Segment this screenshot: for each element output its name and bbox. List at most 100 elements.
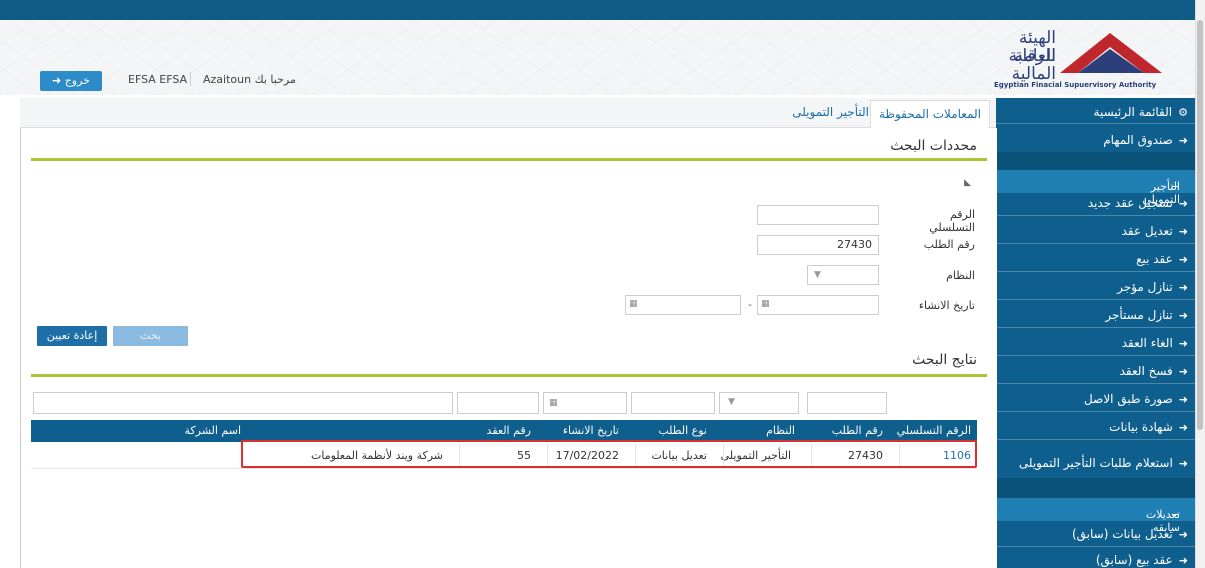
filter-request-type[interactable] <box>631 392 715 414</box>
sidebar-item-label: فسخ العقد <box>1119 364 1173 378</box>
created-date-label: تاريخ الانشاء <box>918 299 975 312</box>
column-header-contract[interactable]: رقم العقد <box>487 424 531 437</box>
tab-saved-transactions[interactable]: المعاملات المحفوظة <box>870 100 990 128</box>
header-divider <box>190 72 191 86</box>
sidebar-divider <box>996 439 1196 440</box>
tab-financial-leasing[interactable]: التأجير التمويلى <box>792 105 869 119</box>
created-date-from-input[interactable]: ▦ <box>625 295 741 315</box>
sidebar-item-label: عقد بيع <box>1136 252 1173 266</box>
arrow-icon: ➜ <box>1178 134 1188 147</box>
arrow-icon: ➜ <box>1178 421 1188 434</box>
arrow-icon: ➜ <box>1178 253 1188 266</box>
created-date-to-input[interactable]: ▦ <box>757 295 879 315</box>
sidebar-item-label: الغاء العقد <box>1121 336 1173 350</box>
sidebar-item-label: صورة طبق الاصل <box>1084 392 1173 406</box>
arrow-icon: ➜ <box>1178 309 1188 322</box>
sidebar-item-label: استعلام طلبات التأجير التمويلى <box>1018 456 1173 470</box>
column-header-request[interactable]: رقم الطلب <box>832 424 883 437</box>
section-divider <box>31 158 987 161</box>
efsa-logo: الهيئة العامة للرقابة المالية Egyptian F… <box>994 27 1164 91</box>
sidebar-item-leasing-inquiry[interactable]: ➜ استعلام طلبات التأجير التمويلى <box>1019 456 1188 470</box>
cell-created: 17/02/2022 <box>555 449 619 462</box>
column-divider <box>547 444 548 468</box>
calendar-icon: ▦ <box>549 398 558 408</box>
arrow-icon: ➜ <box>1178 225 1188 238</box>
column-header-serial[interactable]: الرقم التسلسلي <box>897 424 971 437</box>
sidebar-item-task-box[interactable]: ➜ صندوق المهام <box>1103 133 1188 147</box>
arrow-icon: ➜ <box>1178 457 1188 470</box>
sidebar-divider <box>996 383 1196 384</box>
sidebar-item-edit-contract[interactable]: ➜ تعديل عقد <box>1122 224 1188 238</box>
system-label: النظام <box>946 269 975 282</box>
serial-input[interactable] <box>757 205 879 225</box>
cell-serial[interactable]: 1106 <box>943 449 971 462</box>
sidebar-spacer <box>996 478 1196 498</box>
sidebar-item-label: تنازل مؤجر <box>1117 280 1173 294</box>
sidebar-item-sale-contract[interactable]: ➜ عقد بيع <box>1136 252 1188 266</box>
sidebar-item-label: صندوق المهام <box>1103 133 1173 147</box>
tab-bar: المعاملات المحفوظة التأجير التمويلى <box>20 98 996 128</box>
sidebar-main-menu[interactable]: ⚙ القائمة الرئيسية <box>1094 105 1188 119</box>
search-criteria-title: محددات البحث <box>890 138 977 154</box>
column-header-type[interactable]: نوع الطلب <box>658 424 707 437</box>
column-divider <box>899 444 900 468</box>
request-number-input[interactable]: 27430 <box>757 235 879 255</box>
logout-button[interactable]: ➜ خروج <box>40 71 102 91</box>
column-header-company[interactable]: اسم الشركة <box>184 424 241 437</box>
sidebar-divider <box>996 243 1196 244</box>
table-row[interactable]: 1106 27430 التأجير التمويلى تعديل بيانات… <box>31 444 977 469</box>
page-header: الهيئة العامة للرقابة المالية Egyptian F… <box>0 20 1196 95</box>
cell-request: 27430 <box>848 449 883 462</box>
arrow-icon: ➜ <box>1178 393 1188 406</box>
sidebar-item-lessee-assignment[interactable]: ➜ تنازل مستأجر <box>1105 308 1188 322</box>
column-divider <box>811 444 812 468</box>
reset-button[interactable]: إعادة تعيين <box>37 326 107 346</box>
cell-system: التأجير التمويلى <box>720 449 791 462</box>
column-header-system[interactable]: النظام <box>766 424 795 437</box>
filter-company-name[interactable] <box>33 392 453 414</box>
filter-request-number[interactable] <box>807 392 887 414</box>
section-divider <box>31 374 987 377</box>
top-bar <box>0 0 1196 20</box>
collapse-triangle-icon[interactable]: ◣ <box>964 178 971 188</box>
sidebar-item-true-copy[interactable]: ➜ صورة طبق الاصل <box>1084 392 1188 406</box>
filter-created-date[interactable]: ▦ <box>543 392 627 414</box>
sidebar-item-sale-previous[interactable]: ➜ عقد بيع (سابق) <box>1096 553 1188 567</box>
filter-system[interactable]: ▼ <box>719 392 799 414</box>
sidebar-item-label: تسجيل عقد جديد <box>1087 196 1173 210</box>
search-results-title: نتايج البحث <box>912 352 977 368</box>
sidebar-item-terminate-contract[interactable]: ➜ فسخ العقد <box>1120 364 1188 378</box>
calendar-icon: ▦ <box>629 299 638 309</box>
sidebar-item-edit-data-previous[interactable]: ➜ تعديل بيانات (سابق) <box>1072 527 1188 541</box>
column-divider <box>723 444 724 468</box>
main-content: محددات البحث ◣ الرقم التسلسلي رقم الطلب … <box>20 128 997 568</box>
arrow-icon: ➜ <box>1178 337 1188 350</box>
page-scrollbar[interactable] <box>1195 0 1205 568</box>
sidebar-spacer <box>996 152 1196 170</box>
filter-contract-number[interactable] <box>457 392 539 414</box>
sidebar-item-label: تعديل عقد <box>1121 224 1173 238</box>
sidebar-group-financial-leasing[interactable]: − التأجير التمويلى <box>996 170 1196 206</box>
sidebar-item-label: عقد بيع (سابق) <box>1095 553 1173 567</box>
sidebar-item-register-contract[interactable]: ➜ تسجيل عقد جديد <box>1088 196 1188 210</box>
column-divider <box>459 444 460 468</box>
sidebar-group-previous-edits[interactable]: − تعديلات سابقه <box>996 498 1196 534</box>
sidebar-item-lessor-assignment[interactable]: ➜ تنازل مؤجر <box>1117 280 1188 294</box>
logo-english-text: Egyptian Finacial Supuervisory Authority <box>994 81 1157 89</box>
column-header-created[interactable]: تاريخ الانشاء <box>563 424 619 437</box>
scrollbar-thumb[interactable] <box>1197 20 1203 430</box>
arrow-icon: ➜ <box>1178 365 1188 378</box>
arrow-icon: ➜ <box>1178 281 1188 294</box>
sign-out-icon: ➜ <box>51 74 62 87</box>
sidebar-item-cancel-contract[interactable]: ➜ الغاء العقد <box>1122 336 1188 350</box>
system-select[interactable]: ▼ <box>807 265 879 285</box>
cell-company: شركة ويند لأنظمة المعلومات <box>311 449 443 462</box>
sidebar-divider <box>996 123 1196 124</box>
sidebar-item-label: تعديل بيانات (سابق) <box>1071 527 1173 541</box>
sidebar-item-label: شهادة بيانات <box>1109 420 1173 434</box>
search-button[interactable]: بحث <box>113 326 188 346</box>
request-number-label: رقم الطلب <box>923 238 975 251</box>
arrow-icon: ➜ <box>1178 197 1188 210</box>
sidebar-item-data-certificate[interactable]: ➜ شهادة بيانات <box>1109 420 1188 434</box>
sidebar-divider <box>996 299 1196 300</box>
